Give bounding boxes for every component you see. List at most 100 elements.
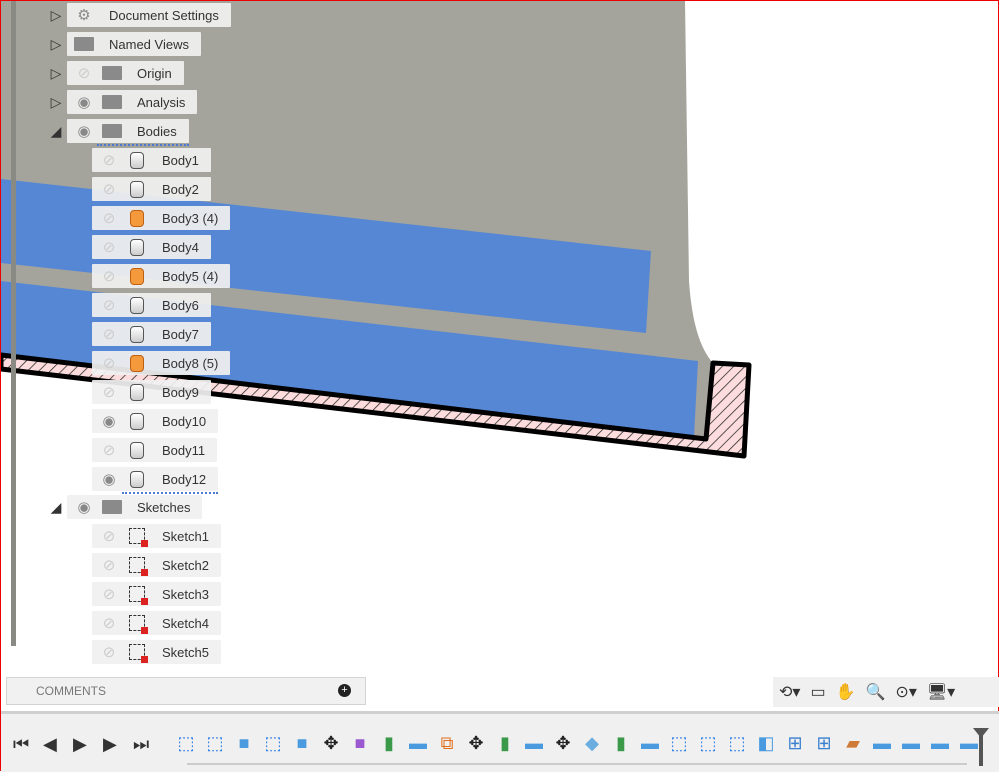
folder-icon	[101, 498, 123, 516]
timeline-move-icon[interactable]: ✥	[465, 732, 487, 754]
body-item[interactable]: ⊘ Body11	[92, 438, 218, 462]
timeline-plane-icon[interactable]: ▬	[407, 732, 429, 754]
body-item[interactable]: ⊘ Body7	[92, 322, 211, 346]
browser-scrollbar[interactable]	[11, 1, 16, 646]
eye-hidden-icon[interactable]: ⊘	[98, 325, 120, 343]
timeline-plane-icon[interactable]: ▬	[523, 732, 545, 754]
timeline-sketch-icon[interactable]: ⬚	[204, 732, 226, 754]
sketches-folder[interactable]: ◢ ◉ Sketches	[45, 495, 203, 519]
eye-hidden-icon[interactable]: ⊘	[98, 267, 120, 285]
eye-hidden-icon[interactable]: ⊘	[98, 180, 120, 198]
eye-hidden-icon[interactable]: ⊘	[73, 64, 95, 82]
timeline-track	[187, 763, 967, 765]
eye-hidden-icon[interactable]: ⊘	[98, 354, 120, 372]
browser-item[interactable]: ▷ Named Views	[45, 32, 201, 56]
collapse-arrow-icon[interactable]: ◢	[45, 120, 67, 142]
timeline-split-icon[interactable]: ▮	[378, 732, 400, 754]
timeline-eraser-icon[interactable]: ▰	[842, 732, 864, 754]
eye-hidden-icon[interactable]: ⊘	[98, 383, 120, 401]
expand-arrow-icon[interactable]: ▷	[45, 4, 67, 26]
eye-icon[interactable]: ◉	[98, 412, 120, 430]
expand-arrow-icon[interactable]: ▷	[45, 91, 67, 113]
browser-item[interactable]: ▷ ⚙ Document Settings	[45, 3, 231, 27]
body-icon	[126, 296, 148, 314]
timeline-joint-icon[interactable]: ⊞	[784, 732, 806, 754]
timeline-plane-icon[interactable]: ▬	[871, 732, 893, 754]
expand-arrow-icon[interactable]: ▷	[45, 62, 67, 84]
eye-icon[interactable]: ◉	[73, 122, 95, 140]
eye-icon[interactable]: ◉	[73, 498, 95, 516]
timeline-plane-icon[interactable]: ▬	[639, 732, 661, 754]
fit-icon[interactable]: ⊙▾	[895, 682, 916, 702]
eye-hidden-icon[interactable]: ⊘	[98, 585, 120, 603]
eye-icon[interactable]: ◉	[98, 470, 120, 488]
look-at-icon[interactable]: ▭	[810, 682, 825, 702]
timeline-shell-icon[interactable]: ◆	[581, 732, 603, 754]
body-item[interactable]: ⊘ Body3 (4)	[92, 206, 231, 230]
body-icon	[126, 151, 148, 169]
browser-item[interactable]: ◢ ◉ Bodies	[45, 119, 189, 146]
pan-icon[interactable]: ✋	[836, 682, 856, 702]
timeline-sketch-icon[interactable]: ⬚	[175, 732, 197, 754]
eye-hidden-icon[interactable]: ⊘	[98, 441, 120, 459]
browser-item[interactable]: ▷ ⊘ Origin	[45, 61, 184, 85]
orbit-icon[interactable]: ⟲▾	[779, 682, 800, 702]
timeline-move-icon[interactable]: ✥	[320, 732, 342, 754]
body-item[interactable]: ⊘ Body9	[92, 380, 211, 404]
timeline-split-icon[interactable]: ▮	[494, 732, 516, 754]
eye-hidden-icon[interactable]: ⊘	[98, 556, 120, 574]
timeline-sketch-icon[interactable]: ⬚	[262, 732, 284, 754]
timeline-split-icon[interactable]: ▮	[610, 732, 632, 754]
comments-panel[interactable]: COMMENTS +	[6, 677, 366, 705]
add-comment-icon[interactable]: +	[338, 684, 351, 697]
eye-hidden-icon[interactable]: ⊘	[98, 527, 120, 545]
eye-hidden-icon[interactable]: ⊘	[98, 643, 120, 661]
eye-hidden-icon[interactable]: ⊘	[98, 209, 120, 227]
timeline-sketch-icon[interactable]: ⬚	[697, 732, 719, 754]
item-label: Bodies	[137, 123, 177, 139]
collapse-arrow-icon[interactable]: ◢	[45, 496, 67, 518]
timeline-plane-icon[interactable]: ▬	[929, 732, 951, 754]
body-item[interactable]: ◉ Body12	[92, 467, 219, 494]
zoom-icon[interactable]: 🔍	[865, 682, 885, 702]
item-label: Body9	[162, 384, 199, 400]
item-label: Body3 (4)	[162, 210, 219, 226]
go-to-start-icon[interactable]: ⏮	[13, 734, 29, 755]
timeline-move-icon[interactable]: ✥	[552, 732, 574, 754]
timeline-plane-icon[interactable]: ▬	[900, 732, 922, 754]
eye-hidden-icon[interactable]: ⊘	[98, 614, 120, 632]
sketch-item[interactable]: ⊘ Sketch5	[92, 640, 221, 664]
body-item[interactable]: ⊘ Body5 (4)	[92, 264, 231, 288]
timeline-sketch-icon[interactable]: ⬚	[668, 732, 690, 754]
browser-item[interactable]: ▷ ◉ Analysis	[45, 90, 198, 114]
sketch-item[interactable]: ⊘ Sketch3	[92, 582, 221, 606]
timeline-extrude-icon[interactable]: ■	[233, 732, 255, 754]
timeline-plane-icon[interactable]: ▬	[958, 732, 980, 754]
eye-hidden-icon[interactable]: ⊘	[98, 151, 120, 169]
eye-hidden-icon[interactable]: ⊘	[98, 238, 120, 256]
body-item[interactable]: ⊘ Body6	[92, 293, 211, 317]
sketch-item[interactable]: ⊘ Sketch4	[92, 611, 221, 635]
timeline-sketch-icon[interactable]: ⬚	[726, 732, 748, 754]
timeline-extrude-icon[interactable]: ■	[291, 732, 313, 754]
expand-arrow-icon[interactable]: ▷	[45, 33, 67, 55]
eye-icon[interactable]: ◉	[73, 93, 95, 111]
eye-hidden-icon[interactable]: ⊘	[98, 296, 120, 314]
timeline-joint-icon[interactable]: ⊞	[813, 732, 835, 754]
go-to-end-icon[interactable]: ⏭	[133, 734, 149, 755]
sketch-item[interactable]: ⊘ Sketch1	[92, 524, 221, 548]
body-item[interactable]: ⊘ Body4	[92, 235, 211, 259]
body-item[interactable]: ⊘ Body1	[92, 148, 211, 172]
play-icon[interactable]: ▶	[73, 734, 87, 755]
body-icon	[126, 325, 148, 343]
body-item[interactable]: ⊘ Body8 (5)	[92, 351, 231, 375]
sketch-item[interactable]: ⊘ Sketch2	[92, 553, 221, 577]
timeline-box-icon[interactable]: ■	[349, 732, 371, 754]
timeline-combine-icon[interactable]: ⧉	[436, 732, 458, 754]
body-item[interactable]: ⊘ Body2	[92, 177, 211, 201]
step-forward-icon[interactable]: ▶	[103, 734, 117, 755]
display-settings-icon[interactable]: 🖥▾	[927, 682, 955, 702]
body-item[interactable]: ◉ Body10	[92, 409, 219, 433]
step-back-icon[interactable]: ◀	[43, 734, 57, 755]
timeline-box-cut-icon[interactable]: ◧	[755, 732, 777, 754]
